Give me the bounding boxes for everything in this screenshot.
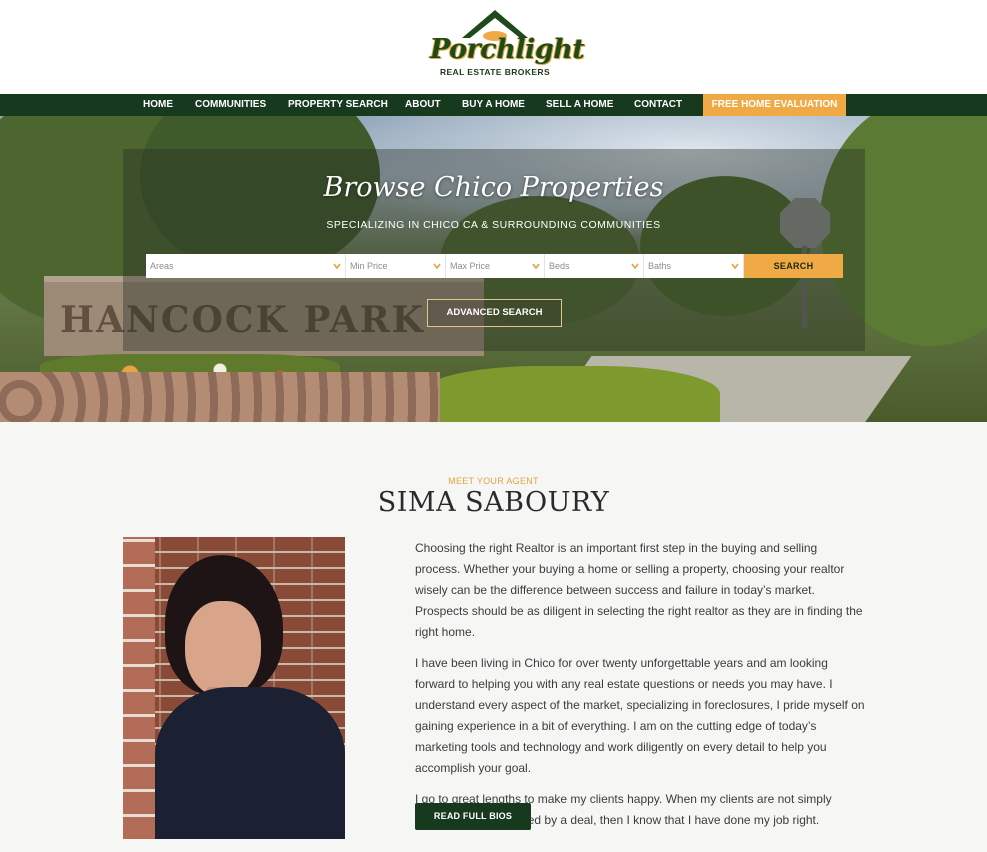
- hero-title: Browse Chico Properties: [323, 172, 664, 203]
- section-eyebrow: MEET YOUR AGENT: [448, 476, 539, 486]
- min-price-select-label: Min Price: [350, 261, 388, 271]
- max-price-select[interactable]: Max Price: [446, 254, 545, 278]
- read-full-bios-button[interactable]: READ FULL BIOS: [415, 803, 531, 830]
- areas-select[interactable]: Areas: [146, 254, 346, 278]
- min-price-select[interactable]: Min Price: [346, 254, 446, 278]
- beds-select[interactable]: Beds: [545, 254, 644, 278]
- nav-property-search[interactable]: PROPERTY SEARCH: [288, 94, 388, 116]
- bio-paragraph: I have been living in Chico for over twe…: [415, 656, 865, 775]
- agent-lace-top: [155, 687, 345, 839]
- areas-select-label: Areas: [150, 261, 174, 271]
- property-search-bar: Areas Min Price Max Price Beds Baths SEA…: [146, 254, 843, 278]
- baths-select-label: Baths: [648, 261, 672, 271]
- agent-name: SIMA SABOURY: [377, 487, 610, 518]
- hero-subtitle: SPECIALIZING IN CHICO CA & SURROUNDING C…: [326, 219, 661, 231]
- main-nav: HOME COMMUNITIES PROPERTY SEARCH ABOUT B…: [0, 94, 987, 116]
- site-header: Porchlight REAL ESTATE BROKERS: [0, 0, 987, 94]
- hero-banner: HANCOCK PARK Browse Chico Properties SPE…: [0, 116, 987, 422]
- chevron-down-icon: [731, 263, 739, 270]
- free-home-evaluation-button[interactable]: FREE HOME EVALUATION: [703, 94, 846, 116]
- agent-face: [185, 601, 261, 697]
- bio-paragraph: Choosing the right Realtor is an importa…: [415, 541, 863, 639]
- nav-buy-a-home[interactable]: BUY A HOME: [462, 94, 525, 116]
- beds-select-label: Beds: [549, 261, 570, 271]
- brick-column: [123, 537, 155, 839]
- porchlight-logo[interactable]: Porchlight REAL ESTATE BROKERS: [430, 8, 585, 88]
- rock-wall: [0, 372, 440, 422]
- nav-contact[interactable]: CONTACT: [634, 94, 682, 116]
- hero-lawn: [420, 366, 720, 422]
- nav-about[interactable]: ABOUT: [405, 94, 441, 116]
- nav-home[interactable]: HOME: [143, 94, 173, 116]
- search-button[interactable]: SEARCH: [744, 254, 843, 278]
- agent-photo: [123, 537, 345, 839]
- chevron-down-icon: [532, 263, 540, 270]
- logo-tagline: REAL ESTATE BROKERS: [439, 67, 551, 77]
- nav-sell-a-home[interactable]: SELL A HOME: [546, 94, 613, 116]
- agent-bio: Choosing the right Realtor is an importa…: [415, 538, 865, 841]
- baths-select[interactable]: Baths: [644, 254, 744, 278]
- chevron-down-icon: [433, 263, 441, 270]
- max-price-select-label: Max Price: [450, 261, 491, 271]
- nav-communities[interactable]: COMMUNITIES: [195, 94, 266, 116]
- logo-wordmark: Porchlight: [430, 34, 585, 65]
- chevron-down-icon: [333, 263, 341, 270]
- chevron-down-icon: [631, 263, 639, 270]
- advanced-search-button[interactable]: ADVANCED SEARCH: [427, 299, 562, 327]
